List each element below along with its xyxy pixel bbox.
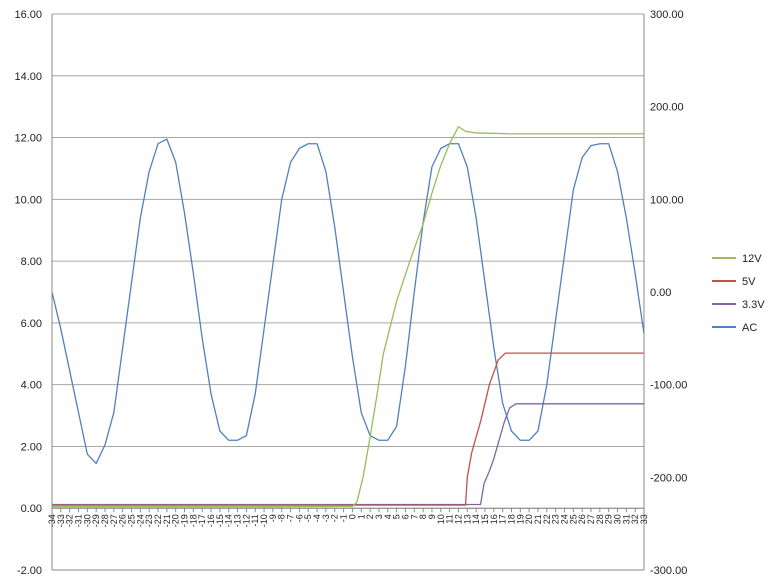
line-chart: -2.00 0.00 2.00 4.00 6.00 8.00 10.00 12.00 14.00… <box>0 0 780 585</box>
y-right-tick-label: -200.00 <box>650 472 687 484</box>
y-left-tick-label: -2.00 <box>17 565 42 577</box>
legend-label: AC <box>742 322 757 334</box>
y-left-tick-label: 0.00 <box>21 503 42 515</box>
y-right-tick-label: 300.00 <box>650 9 684 21</box>
y-left-tick-label: 6.00 <box>21 318 42 330</box>
y-right-tick-label: -300.00 <box>650 565 687 577</box>
y-left-tick-label: 10.00 <box>14 194 42 206</box>
y-left-tick-label: 2.00 <box>21 441 42 453</box>
y-left-tick-label: 16.00 <box>14 9 42 21</box>
y-right-tick-label: 200.00 <box>650 102 684 114</box>
y-right-tick-label: 100.00 <box>650 194 684 206</box>
y-right-tick-label: 0.00 <box>650 287 671 299</box>
y-left-tick-label: 8.00 <box>21 256 42 268</box>
y-left-tick-label: 14.00 <box>14 71 42 83</box>
legend-label: 3.3V <box>742 299 765 311</box>
legend-label: 5V <box>742 276 756 288</box>
y-left-tick-label: 12.00 <box>14 133 42 145</box>
y-right-tick-label: -100.00 <box>650 380 687 392</box>
legend-label: 12V <box>742 253 762 265</box>
x-tick-label: 33 <box>639 514 649 524</box>
y-left-tick-label: 4.00 <box>21 380 42 392</box>
